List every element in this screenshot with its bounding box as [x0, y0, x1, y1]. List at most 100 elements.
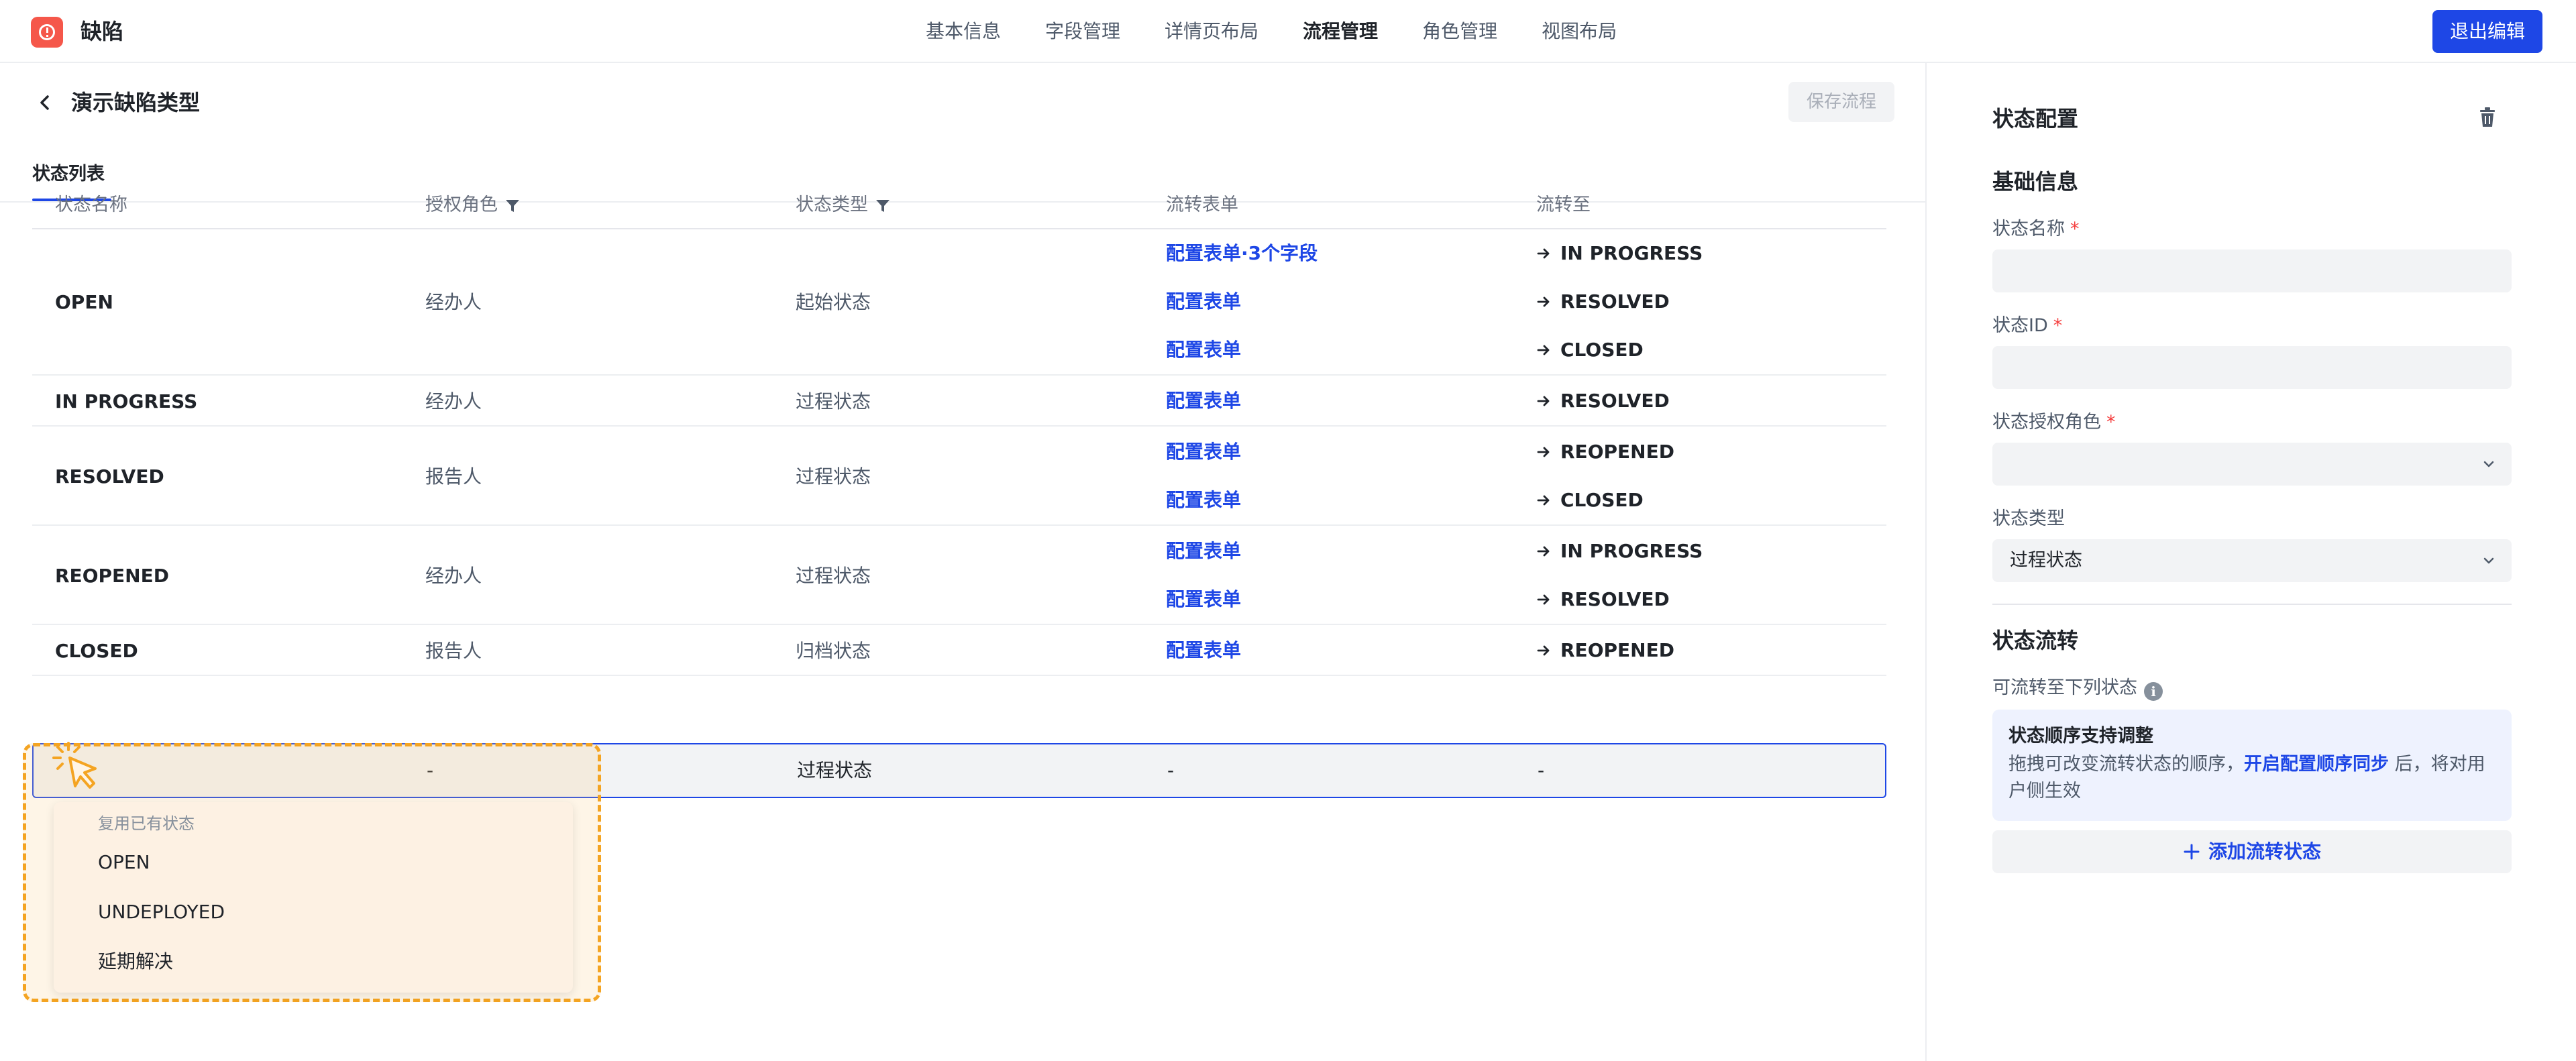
transition-line: 配置表单 CLOSED: [32, 326, 1886, 374]
transition-line: 配置表单 IN PROGRESS: [32, 527, 1886, 575]
nav-item-1[interactable]: 字段管理: [1045, 0, 1120, 63]
status-id-label-text: 状态ID: [1992, 315, 2048, 336]
add-transition-label: 添加流转状态: [2208, 840, 2321, 862]
status-id-label: 状态ID *: [1992, 313, 2062, 339]
table-header: 状态名称 授权角色 状态类型 流转表单 流转至: [32, 182, 1886, 229]
transition-line: 配置表单 RESOLVED: [32, 575, 1886, 624]
transition-target-label: IN PROGRESS: [1560, 242, 1703, 264]
required-mark: *: [2053, 315, 2063, 336]
transition-target-label: REOPENED: [1560, 639, 1674, 661]
tip-title: 状态顺序支持调整: [2008, 726, 2153, 746]
transition-target: CLOSED: [1536, 487, 1644, 514]
nav-item-4[interactable]: 角色管理: [1422, 0, 1497, 63]
table-row[interactable]: OPEN 经办人 起始状态 配置表单·3个字段 IN PROGRESS 配置表单 RESOL…: [32, 229, 1886, 376]
status-type-select[interactable]: 过程状态: [1992, 539, 2512, 582]
status-role-label: 状态授权角色 *: [1992, 409, 2116, 436]
transition-target-label: RESOLVED: [1560, 390, 1670, 412]
arrow-right-icon: [1537, 345, 1550, 355]
status-id-input[interactable]: [1992, 346, 2512, 389]
table-row[interactable]: CLOSED 报告人 归档状态 配置表单 REOPENED: [32, 626, 1886, 676]
dropdown-item-undeployed[interactable]: UNDEPLOYED: [98, 899, 225, 926]
status-role-select[interactable]: [1992, 443, 2512, 486]
transition-target: RESOLVED: [1536, 288, 1670, 315]
info-icon[interactable]: i: [2144, 682, 2163, 701]
transition-line: 配置表单·3个字段 IN PROGRESS: [32, 229, 1886, 278]
table-row[interactable]: IN PROGRESS 经办人 过程状态 配置表单 RESOLVED: [32, 377, 1886, 427]
arrow-right-icon: [1537, 296, 1550, 307]
arrow-right-icon: [1537, 546, 1550, 557]
config-title: 状态配置: [1992, 106, 2079, 131]
top-bar: 缺陷 基本信息 字段管理 详情页布局 流程管理 角色管理 视图布局 退出编辑: [0, 0, 2576, 63]
trash-icon[interactable]: [2477, 106, 2498, 129]
arrow-right-icon: [1537, 248, 1550, 259]
chevron-down-icon: [2483, 557, 2494, 564]
filter-icon[interactable]: [504, 198, 521, 214]
dropdown-item-deferred[interactable]: 延期解决: [98, 948, 173, 975]
nav-item-3[interactable]: 流程管理: [1303, 0, 1378, 63]
configure-form-link[interactable]: 配置表单·3个字段: [1166, 240, 1318, 267]
arrow-right-icon: [1537, 447, 1550, 457]
nav-item-5[interactable]: 视图布局: [1542, 0, 1617, 63]
configure-form-link[interactable]: 配置表单: [1166, 637, 1241, 664]
nav-item-2[interactable]: 详情页布局: [1165, 0, 1258, 63]
back-arrow-icon[interactable]: [35, 93, 55, 113]
nav-item-0[interactable]: 基本信息: [926, 0, 1001, 63]
transition-line: 配置表单 REOPENED: [32, 626, 1886, 675]
arrow-right-icon: [1537, 495, 1550, 506]
transition-target: REOPENED: [1536, 637, 1674, 664]
header-status-type: 状态类型: [796, 182, 891, 228]
transition-target: RESOLVED: [1536, 586, 1670, 613]
dropdown-group-label: 复用已有状态: [98, 814, 195, 833]
flow-targets-label: 可流转至下列状态 i: [1992, 675, 2163, 702]
exit-edit-button[interactable]: 退出编辑: [2432, 10, 2542, 53]
transition-target: RESOLVED: [1536, 388, 1670, 414]
transition-target: REOPENED: [1536, 439, 1674, 465]
status-type-label: 状态类型: [1992, 508, 2065, 529]
transition-target-label: RESOLVED: [1560, 290, 1670, 313]
save-workflow-button[interactable]: 保存流程: [1788, 82, 1894, 122]
transition-target-label: IN PROGRESS: [1560, 540, 1703, 562]
cursor-click-icon: [52, 742, 97, 789]
add-transition-button[interactable]: 添加流转状态: [1992, 830, 2512, 873]
basic-info-heading: 基础信息: [1992, 169, 2079, 194]
table-row[interactable]: REOPENED 经办人 过程状态 配置表单 IN PROGRESS 配置表单 RESOLV…: [32, 527, 1886, 625]
transition-target-label: REOPENED: [1560, 441, 1674, 463]
configure-form-link[interactable]: 配置表单: [1166, 337, 1241, 364]
configure-form-link[interactable]: 配置表单: [1166, 586, 1241, 613]
app-title: 缺陷: [80, 19, 124, 44]
table-row[interactable]: RESOLVED 报告人 过程状态 配置表单 REOPENED 配置表单 CLOSED: [32, 428, 1886, 526]
transition-target: IN PROGRESS: [1536, 240, 1703, 267]
status-type-value: 过程状态: [2010, 550, 2082, 571]
configure-form-link[interactable]: 配置表单: [1166, 487, 1241, 514]
filter-icon[interactable]: [875, 198, 891, 214]
transition-line: 配置表单 RESOLVED: [32, 278, 1886, 326]
dropdown-item-open[interactable]: OPEN: [98, 849, 150, 876]
configure-form-link[interactable]: 配置表单: [1166, 538, 1241, 565]
enable-order-sync-link[interactable]: 开启配置顺序同步: [2244, 754, 2389, 775]
transition-line: 配置表单 RESOLVED: [32, 377, 1886, 425]
status-role-label-text: 状态授权角色: [1992, 412, 2101, 433]
flow-targets-label-text: 可流转至下列状态: [1992, 677, 2137, 698]
status-name-label-text: 状态名称: [1992, 219, 2065, 239]
configure-form-link[interactable]: 配置表单: [1166, 439, 1241, 465]
chevron-down-icon: [2483, 461, 2494, 467]
reuse-status-dropdown: 复用已有状态 OPEN UNDEPLOYED 延期解决: [54, 802, 573, 993]
page-title: 演示缺陷类型: [71, 90, 201, 115]
status-config-panel: 状态配置 基础信息 状态名称 * 状态ID * 状态授权角色 * 状态类型 过程状态 …: [1928, 63, 2576, 1061]
defect-logo-icon: [31, 17, 63, 48]
header-status-name: 状态名称: [55, 194, 127, 215]
section-divider: [1992, 604, 2512, 605]
flow-heading: 状态流转: [1992, 628, 2079, 653]
transition-target: IN PROGRESS: [1536, 538, 1703, 565]
required-mark: *: [2106, 412, 2116, 433]
main-nav: 基本信息 字段管理 详情页布局 流程管理 角色管理 视图布局: [926, 0, 1661, 63]
header-role-label: 授权角色: [425, 194, 498, 215]
status-name-input[interactable]: [1992, 249, 2512, 292]
configure-form-link[interactable]: 配置表单: [1166, 288, 1241, 315]
tip-text: 拖拽可改变流转状态的顺序，开启配置顺序同步 后，将对用户侧生效: [2008, 751, 2498, 805]
arrow-right-icon: [1537, 645, 1550, 656]
required-mark: *: [2070, 219, 2080, 239]
configure-form-link[interactable]: 配置表单: [1166, 388, 1241, 414]
header-role: 授权角色: [425, 182, 521, 228]
transition-line: 配置表单 CLOSED: [32, 476, 1886, 524]
